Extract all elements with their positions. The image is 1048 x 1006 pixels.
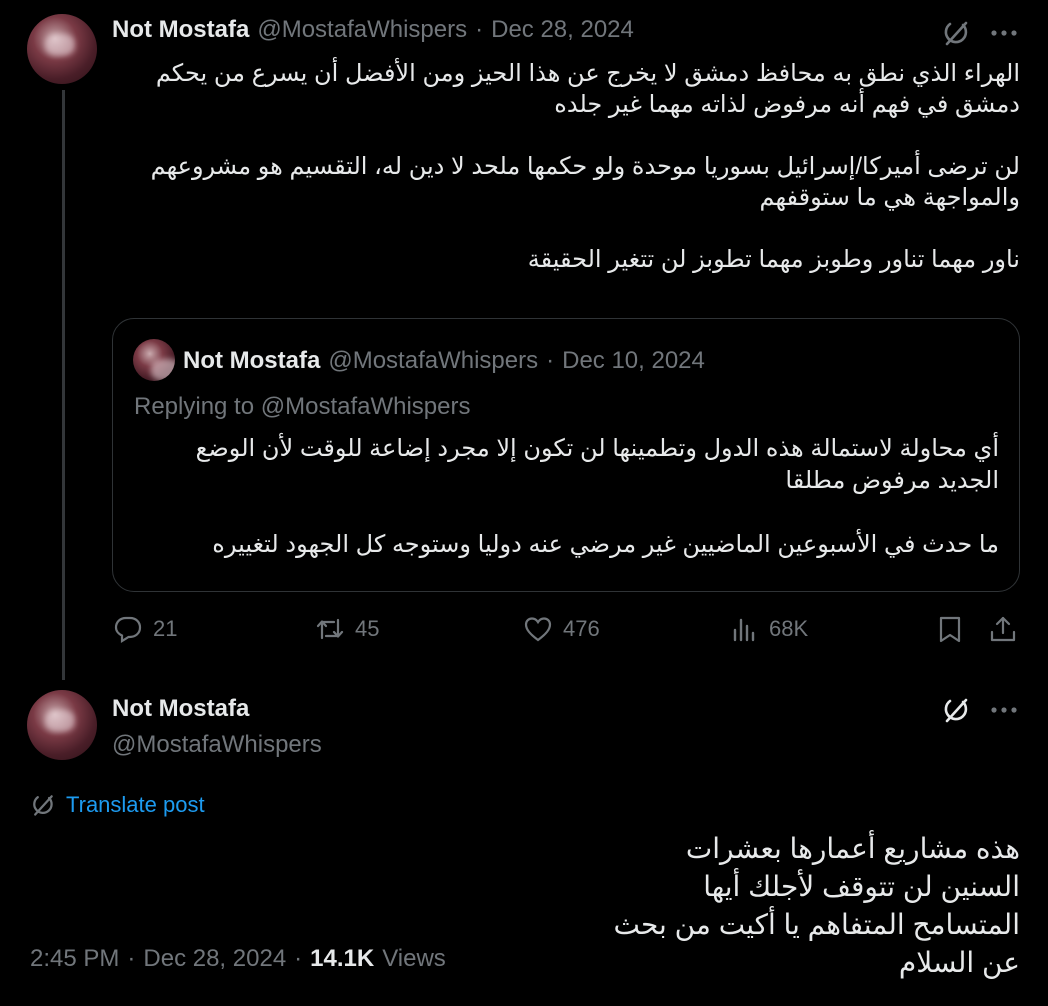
grok-icon[interactable] bbox=[938, 693, 974, 727]
share-button[interactable] bbox=[988, 614, 1018, 644]
avatar[interactable] bbox=[27, 690, 97, 760]
main-author-handle-row: @MostafaWhispers bbox=[112, 731, 322, 759]
tweet-date[interactable]: Dec 28, 2024 bbox=[143, 945, 286, 973]
repost-button[interactable]: 45 bbox=[315, 614, 379, 644]
reply-button[interactable]: 21 bbox=[113, 614, 177, 644]
tweet-meta: 2:45 PM · Dec 28, 2024 · 14.1K Views bbox=[30, 945, 446, 973]
tweet-text: هذه مشاريع أعمارها بعشرات السنين لن تتوق… bbox=[613, 833, 1020, 978]
share-icon bbox=[990, 616, 1016, 642]
bookmark-icon bbox=[939, 616, 961, 643]
author-name[interactable]: Not Mostafa bbox=[112, 695, 249, 723]
quoted-tweet[interactable]: Not Mostafa @MostafaWhispers · Dec 10, 2… bbox=[112, 318, 1020, 592]
bookmark-button[interactable] bbox=[935, 614, 965, 644]
grok-icon[interactable] bbox=[938, 16, 974, 50]
author-handle[interactable]: @MostafaWhispers bbox=[112, 731, 322, 759]
views-count: 68K bbox=[769, 616, 809, 641]
views-label: Views bbox=[382, 945, 446, 972]
more-icon[interactable] bbox=[984, 693, 1024, 727]
quoted-tweet-header: Not Mostafa @MostafaWhispers · Dec 10, 2… bbox=[183, 347, 705, 375]
separator: · bbox=[127, 945, 136, 972]
like-button[interactable]: 476 bbox=[523, 614, 600, 644]
quoted-tweet-text: أي محاولة لاستمالة هذه الدول وتطمينها لن… bbox=[195, 435, 999, 558]
translate-post[interactable]: Translate post bbox=[30, 792, 205, 818]
translate-link[interactable]: Translate post bbox=[66, 792, 205, 818]
author-handle[interactable]: @MostafaWhispers bbox=[257, 16, 467, 44]
main-author-name-row: Not Mostafa bbox=[112, 695, 249, 723]
views-button[interactable]: 68K bbox=[729, 614, 808, 644]
replying-to: Replying to @MostafaWhispers bbox=[134, 393, 471, 420]
parent-tweet-header: Not Mostafa @MostafaWhispers · Dec 28, 2… bbox=[112, 16, 634, 44]
avatar[interactable] bbox=[27, 14, 97, 84]
more-icon[interactable] bbox=[984, 16, 1024, 50]
like-count: 476 bbox=[563, 616, 600, 641]
like-icon bbox=[524, 617, 552, 642]
views-count: 14.1K bbox=[310, 945, 375, 972]
repost-icon bbox=[316, 618, 344, 640]
translate-icon bbox=[33, 795, 53, 816]
quoted-author-handle: @MostafaWhispers bbox=[328, 347, 539, 374]
tweet-time[interactable]: 2:45 PM bbox=[30, 945, 119, 973]
quoted-avatar bbox=[133, 339, 175, 381]
tweet-date[interactable]: Dec 28, 2024 bbox=[491, 16, 634, 44]
quoted-author-name: Not Mostafa bbox=[183, 347, 321, 374]
quoted-tweet-date: Dec 10, 2024 bbox=[562, 347, 705, 374]
reply-icon bbox=[114, 616, 142, 643]
reply-count: 21 bbox=[153, 616, 178, 641]
separator: · bbox=[475, 16, 484, 43]
thread-line bbox=[62, 90, 65, 680]
author-name[interactable]: Not Mostafa bbox=[112, 16, 249, 44]
separator: · bbox=[546, 347, 555, 374]
tweet-text: الهراء الذي نطق به محافظ دمشق لا يخرج عن… bbox=[150, 60, 1020, 273]
separator: · bbox=[294, 945, 303, 972]
repost-count: 45 bbox=[355, 616, 380, 641]
views-icon bbox=[733, 618, 755, 642]
